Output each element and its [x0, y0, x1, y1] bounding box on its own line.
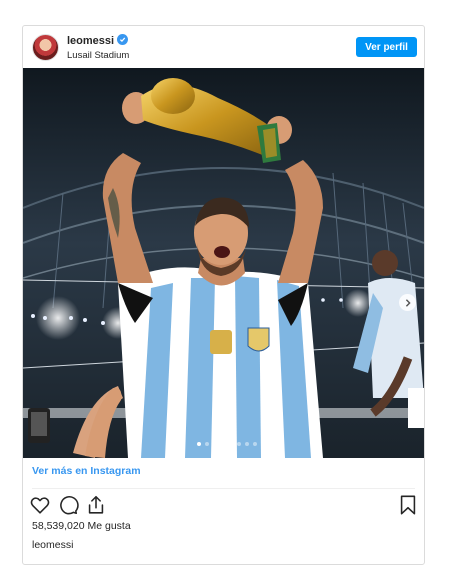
- action-bar: [29, 494, 419, 516]
- carousel-dot: [269, 442, 273, 446]
- heart-icon: [30, 497, 50, 514]
- comment-icon: [60, 496, 79, 515]
- carousel-dot: [197, 442, 201, 446]
- like-button[interactable]: [29, 494, 51, 516]
- carousel-dot: [253, 442, 257, 446]
- carousel-dot: [237, 442, 241, 446]
- divider: [32, 488, 415, 489]
- carousel-dot: [261, 442, 265, 446]
- instagram-embed-card: leomessi Lusail Stadium Ver perfil Ver m…: [22, 25, 425, 565]
- bookmark-icon: [400, 495, 416, 515]
- username-text[interactable]: leomessi: [67, 35, 114, 47]
- carousel-dot: [205, 442, 209, 446]
- carousel-dot: [229, 442, 233, 446]
- save-button[interactable]: [397, 494, 419, 516]
- likes-label: Me gusta: [87, 520, 131, 532]
- caption-username[interactable]: leomessi: [32, 539, 73, 551]
- username[interactable]: leomessi: [67, 34, 129, 47]
- comment-button[interactable]: [57, 494, 79, 516]
- chevron-right-icon: [405, 298, 411, 307]
- likes-count[interactable]: 58,539,020 Me gusta: [32, 520, 131, 532]
- avatar[interactable]: [32, 34, 59, 61]
- share-icon: [88, 495, 104, 514]
- view-more-link[interactable]: Ver más en Instagram: [32, 465, 141, 477]
- post-image-illustration: [23, 68, 424, 458]
- carousel-indicator: [197, 442, 273, 446]
- carousel-dot: [245, 442, 249, 446]
- carousel-dot: [221, 442, 225, 446]
- post-location[interactable]: Lusail Stadium: [67, 50, 129, 61]
- view-profile-button[interactable]: Ver perfil: [356, 37, 417, 57]
- likes-number: 58,539,020: [32, 520, 85, 532]
- post-header: leomessi Lusail Stadium Ver perfil: [23, 26, 424, 68]
- carousel-next-button[interactable]: [399, 294, 416, 311]
- share-button[interactable]: [85, 494, 107, 516]
- carousel-dot: [213, 442, 217, 446]
- verified-badge-icon: [117, 34, 129, 45]
- post-image[interactable]: [23, 68, 424, 458]
